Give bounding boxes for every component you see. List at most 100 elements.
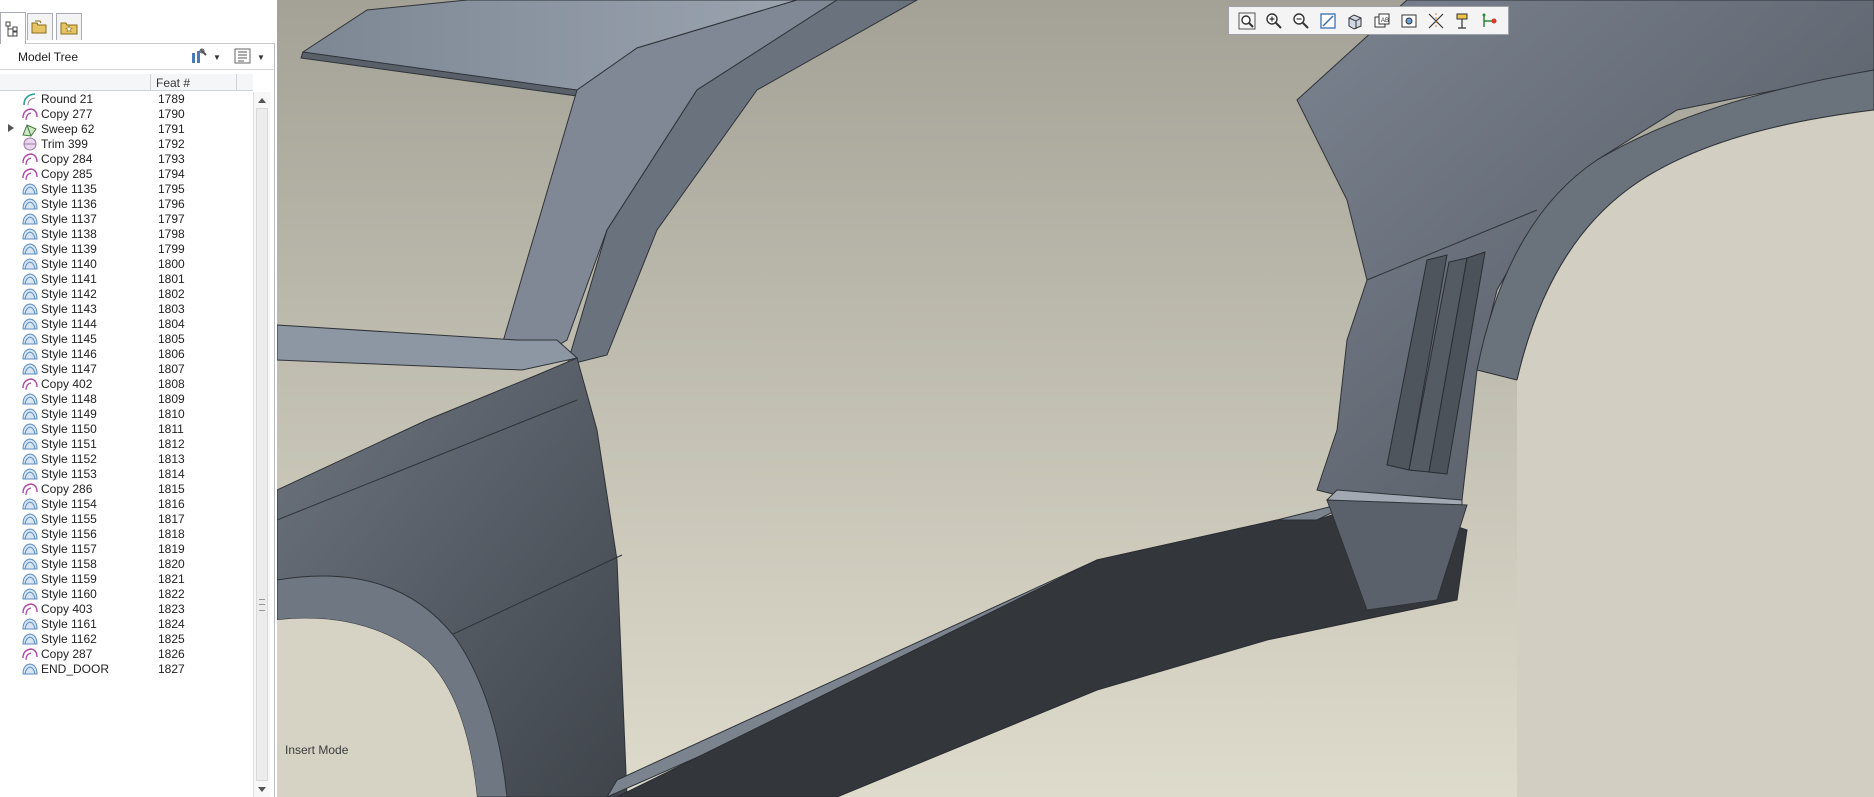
zoom-out-icon [1292,12,1310,30]
feature-number: 1821 [158,572,185,586]
feature-number: 1795 [158,182,185,196]
expand-arrow-icon[interactable] [8,124,14,132]
spin-center-icon [1481,12,1499,30]
feature-name: Round 21 [41,92,94,106]
feature-name: Style 1139 [41,242,97,256]
zoom-in-button[interactable] [1260,8,1287,33]
feature-name: Style 1151 [41,437,97,451]
spin-center-button[interactable] [1476,8,1503,33]
feature-name: Style 1142 [41,287,97,301]
feature-name: Copy 285 [41,167,93,181]
svg-text:AB: AB [1381,18,1389,24]
saved-views-button[interactable]: AB [1368,8,1395,33]
model-tree: Round 21 1789 Copy 277 1790 Sweep 62 1791 Trim… [0,92,253,797]
chevron-down-icon: ▼ [257,52,265,62]
scrollbar-thumb[interactable] [256,108,268,781]
panel-title: Model Tree [18,50,79,64]
favorites-tab-icon [60,19,78,35]
feature-number: 1794 [158,167,185,181]
show-button[interactable]: ▼ [234,48,268,66]
feature-number: 1810 [158,407,185,421]
model-tree-panel: Model Tree ▼ ▼ Feat # Round 21 1789 Copy 2… [0,0,275,797]
feature-name: Style 1156 [41,527,97,541]
feature-name: Sweep 62 [41,122,95,136]
graphics-window[interactable]: AB Insert Mode [277,0,1874,797]
feature-name: Copy 284 [41,152,93,166]
feature-number: 1807 [158,362,185,376]
zoom-out-button[interactable] [1287,8,1314,33]
feature-number: 1796 [158,197,185,211]
settings-button[interactable]: ▼ [190,48,224,66]
feature-name: Style 1152 [41,452,97,466]
feature-name: Trim 399 [41,137,88,151]
folder-browser-tab-icon [31,19,49,35]
feature-name: Copy 277 [41,107,93,121]
feature-number: 1822 [158,587,185,601]
feature-name: Style 1141 [41,272,97,286]
feature-number: 1797 [158,212,185,226]
feature-number: 1818 [158,527,185,541]
settings-icon [190,48,208,67]
feature-number: 1817 [158,512,185,526]
tab-folder-browser[interactable] [27,13,53,40]
feature-name: Style 1158 [41,557,97,571]
feature-name: Style 1159 [41,572,97,586]
feature-name: Copy 403 [41,602,93,616]
tree-scrollbar[interactable] [253,92,270,797]
feature-number: 1823 [158,602,185,616]
feature-number: 1799 [158,242,185,256]
column-header: Feat # [0,74,253,91]
navigator-tabs [0,0,275,44]
annotation-display-icon [1454,12,1472,30]
style-feature-icon [21,661,39,677]
feature-number: 1792 [158,137,185,151]
feature-name: Copy 287 [41,647,93,661]
view-manager-button[interactable] [1395,8,1422,33]
repaint-button[interactable] [1314,8,1341,33]
feature-number: 1827 [158,662,185,676]
display-style-button[interactable] [1341,8,1368,33]
feature-name: Style 1136 [41,197,97,211]
feature-number: 1824 [158,617,185,631]
feature-number: 1793 [158,152,185,166]
feature-name: Style 1145 [41,332,97,346]
zoom-fit-button[interactable] [1233,8,1260,33]
feature-name: Style 1137 [41,212,97,226]
feature-name: Style 1144 [41,317,97,331]
datum-display-icon [1427,12,1445,30]
tab-favorites[interactable] [56,13,82,40]
display-style-icon [1346,12,1364,30]
feature-name: Style 1153 [41,467,97,481]
scroll-up-button[interactable] [254,92,270,108]
feature-number: 1812 [158,437,185,451]
show-list-icon [234,48,252,67]
zoom-fit-icon [1238,12,1256,30]
feature-name: Style 1162 [41,632,97,646]
datum-display-button[interactable] [1422,8,1449,33]
feature-number: 1820 [158,557,185,571]
feature-number: 1811 [158,422,184,436]
car-body-model[interactable] [277,0,1874,797]
feature-name: Style 1146 [41,347,97,361]
feature-number: 1813 [158,452,185,466]
column-feat-num-header[interactable]: Feat # [156,76,190,90]
tab-model-tree[interactable] [0,12,26,44]
feature-name: Style 1157 [41,542,97,556]
scroll-down-button[interactable] [254,781,270,797]
feature-name: Style 1149 [41,407,97,421]
tree-row[interactable]: END_DOOR 1827 [0,660,253,678]
feature-name: Style 1154 [41,497,97,511]
repaint-icon [1319,12,1337,30]
feature-name: Style 1155 [41,512,97,526]
feature-number: 1789 [158,92,185,106]
feature-name: Style 1147 [41,362,97,376]
column-name-header[interactable] [0,74,151,90]
zoom-in-icon [1265,12,1283,30]
feature-number: 1806 [158,347,185,361]
feature-number: 1802 [158,287,185,301]
model-tree-tab-icon [5,21,21,37]
annotation-display-button[interactable] [1449,8,1476,33]
saved-views-icon: AB [1373,12,1391,30]
feature-name: Style 1161 [41,617,97,631]
feature-number: 1804 [158,317,185,331]
